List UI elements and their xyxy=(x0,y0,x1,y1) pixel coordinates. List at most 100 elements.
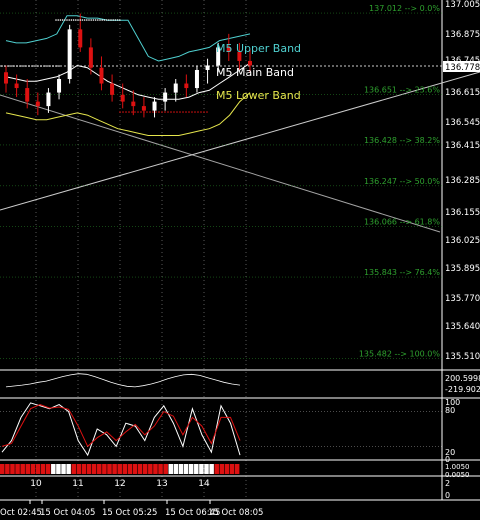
signal-dot xyxy=(99,19,101,21)
signal-dot xyxy=(37,65,39,67)
signal-dot xyxy=(140,111,142,113)
signal-dot xyxy=(68,19,70,21)
lower-tick-label: 2 xyxy=(445,479,450,488)
signal-dot xyxy=(22,65,24,67)
candle-body xyxy=(99,67,104,84)
upper-band-label: M5 Upper Band xyxy=(216,42,301,55)
candle-body xyxy=(205,65,210,70)
price-tick-label: 135.640 xyxy=(445,322,480,332)
oscillator-tick-label: 200.5998 xyxy=(445,374,480,383)
signal-dot xyxy=(61,19,64,21)
signal-strip-block xyxy=(219,464,225,474)
signal-dot xyxy=(40,65,42,67)
signal-dot xyxy=(176,111,178,113)
time-label: 15 Oct 05:25 xyxy=(102,508,157,518)
candle-body xyxy=(141,106,146,111)
candle-body xyxy=(35,101,40,107)
signal-dot xyxy=(46,65,48,67)
signal-dot xyxy=(28,65,30,67)
signal-dot xyxy=(122,111,124,113)
signal-strip-block xyxy=(188,464,194,474)
signal-dot xyxy=(112,19,114,21)
signal-dot xyxy=(4,65,6,67)
signal-dot xyxy=(19,65,21,67)
signal-dot xyxy=(197,111,199,113)
signal-dot xyxy=(203,111,205,113)
signal-dot xyxy=(86,19,88,21)
price-tick-label: 136.615 xyxy=(445,88,480,98)
lower-tick-label: 0 xyxy=(445,491,450,500)
signal-dot xyxy=(77,19,79,21)
signal-dot xyxy=(110,19,112,21)
signal-dot xyxy=(182,111,184,113)
signal-dot xyxy=(108,19,110,21)
signal-strip-block xyxy=(199,464,204,474)
price-tick-label: 135.895 xyxy=(445,264,480,274)
signal-strip-block xyxy=(86,464,92,474)
signal-strip-block xyxy=(194,464,199,474)
trading-chart[interactable]: 137.012 --> 0.0% 136.651 --> 23.6% 136.428… xyxy=(0,0,480,520)
strip-tick-label: 0.0050 xyxy=(445,471,470,479)
signal-dot xyxy=(57,19,59,21)
signal-dot xyxy=(10,65,12,67)
signal-strip-block xyxy=(51,464,56,474)
time-label: Oct 02:45 xyxy=(0,508,42,518)
lower-band-label: M5 Lower Band xyxy=(216,89,301,102)
signal-dot xyxy=(119,19,121,21)
signal-strip-block xyxy=(81,464,87,474)
signal-dot xyxy=(52,65,54,67)
price-tick-label: 135.770 xyxy=(445,294,480,304)
candle-body xyxy=(120,94,125,102)
signal-dot xyxy=(49,65,51,67)
price-tick-label: 136.545 xyxy=(445,118,480,128)
signal-strip-block xyxy=(45,464,51,474)
signal-strip-block xyxy=(127,464,133,474)
signal-strip-block xyxy=(107,464,112,474)
signal-strip-block xyxy=(102,464,107,474)
signal-strip-block xyxy=(117,464,122,474)
signal-dot xyxy=(94,19,97,21)
signal-strip-block xyxy=(132,464,138,474)
candle-body xyxy=(248,60,252,66)
candle-body xyxy=(88,47,93,68)
signal-dot xyxy=(152,111,154,113)
signal-dot xyxy=(125,111,127,113)
signal-dot xyxy=(155,111,157,113)
signal-strip-block xyxy=(97,464,102,474)
signal-strip-block xyxy=(112,464,117,474)
signal-dot xyxy=(206,111,208,113)
main-band-label: M5 Main Band xyxy=(216,66,294,79)
signal-dot xyxy=(143,111,145,113)
signal-strip-block xyxy=(35,464,41,474)
signal-strip-block xyxy=(61,464,66,474)
signal-strip-block xyxy=(20,464,25,474)
candle-body xyxy=(25,88,30,102)
candle-body xyxy=(163,92,168,102)
time-label: 15 Oct 04:05 xyxy=(40,508,95,518)
signal-dot xyxy=(72,19,75,21)
signal-dot xyxy=(194,111,196,113)
signal-strip-block xyxy=(142,464,148,474)
time-label: 15 Oct 08:05 xyxy=(208,508,263,518)
signal-strip-block xyxy=(173,464,179,474)
candle-body xyxy=(67,29,72,80)
signal-dot xyxy=(13,65,15,67)
signal-strip-block xyxy=(10,464,15,474)
signal-dot xyxy=(83,19,86,21)
signal-dot xyxy=(188,111,190,113)
candle-body xyxy=(110,83,115,95)
signal-strip-block xyxy=(224,464,230,474)
signal-dot xyxy=(59,19,62,21)
signal-dot xyxy=(119,111,121,113)
signal-dot xyxy=(79,19,81,21)
signal-dot xyxy=(92,19,95,21)
signal-strip-block xyxy=(56,464,61,474)
signal-dot xyxy=(191,111,193,113)
signal-strip-block xyxy=(178,464,184,474)
signal-strip-block xyxy=(183,464,189,474)
candle-body xyxy=(173,83,178,93)
signal-dot xyxy=(25,65,27,67)
day-label: 13 xyxy=(156,479,167,489)
signal-dot xyxy=(134,111,136,113)
signal-strip-block xyxy=(40,464,46,474)
